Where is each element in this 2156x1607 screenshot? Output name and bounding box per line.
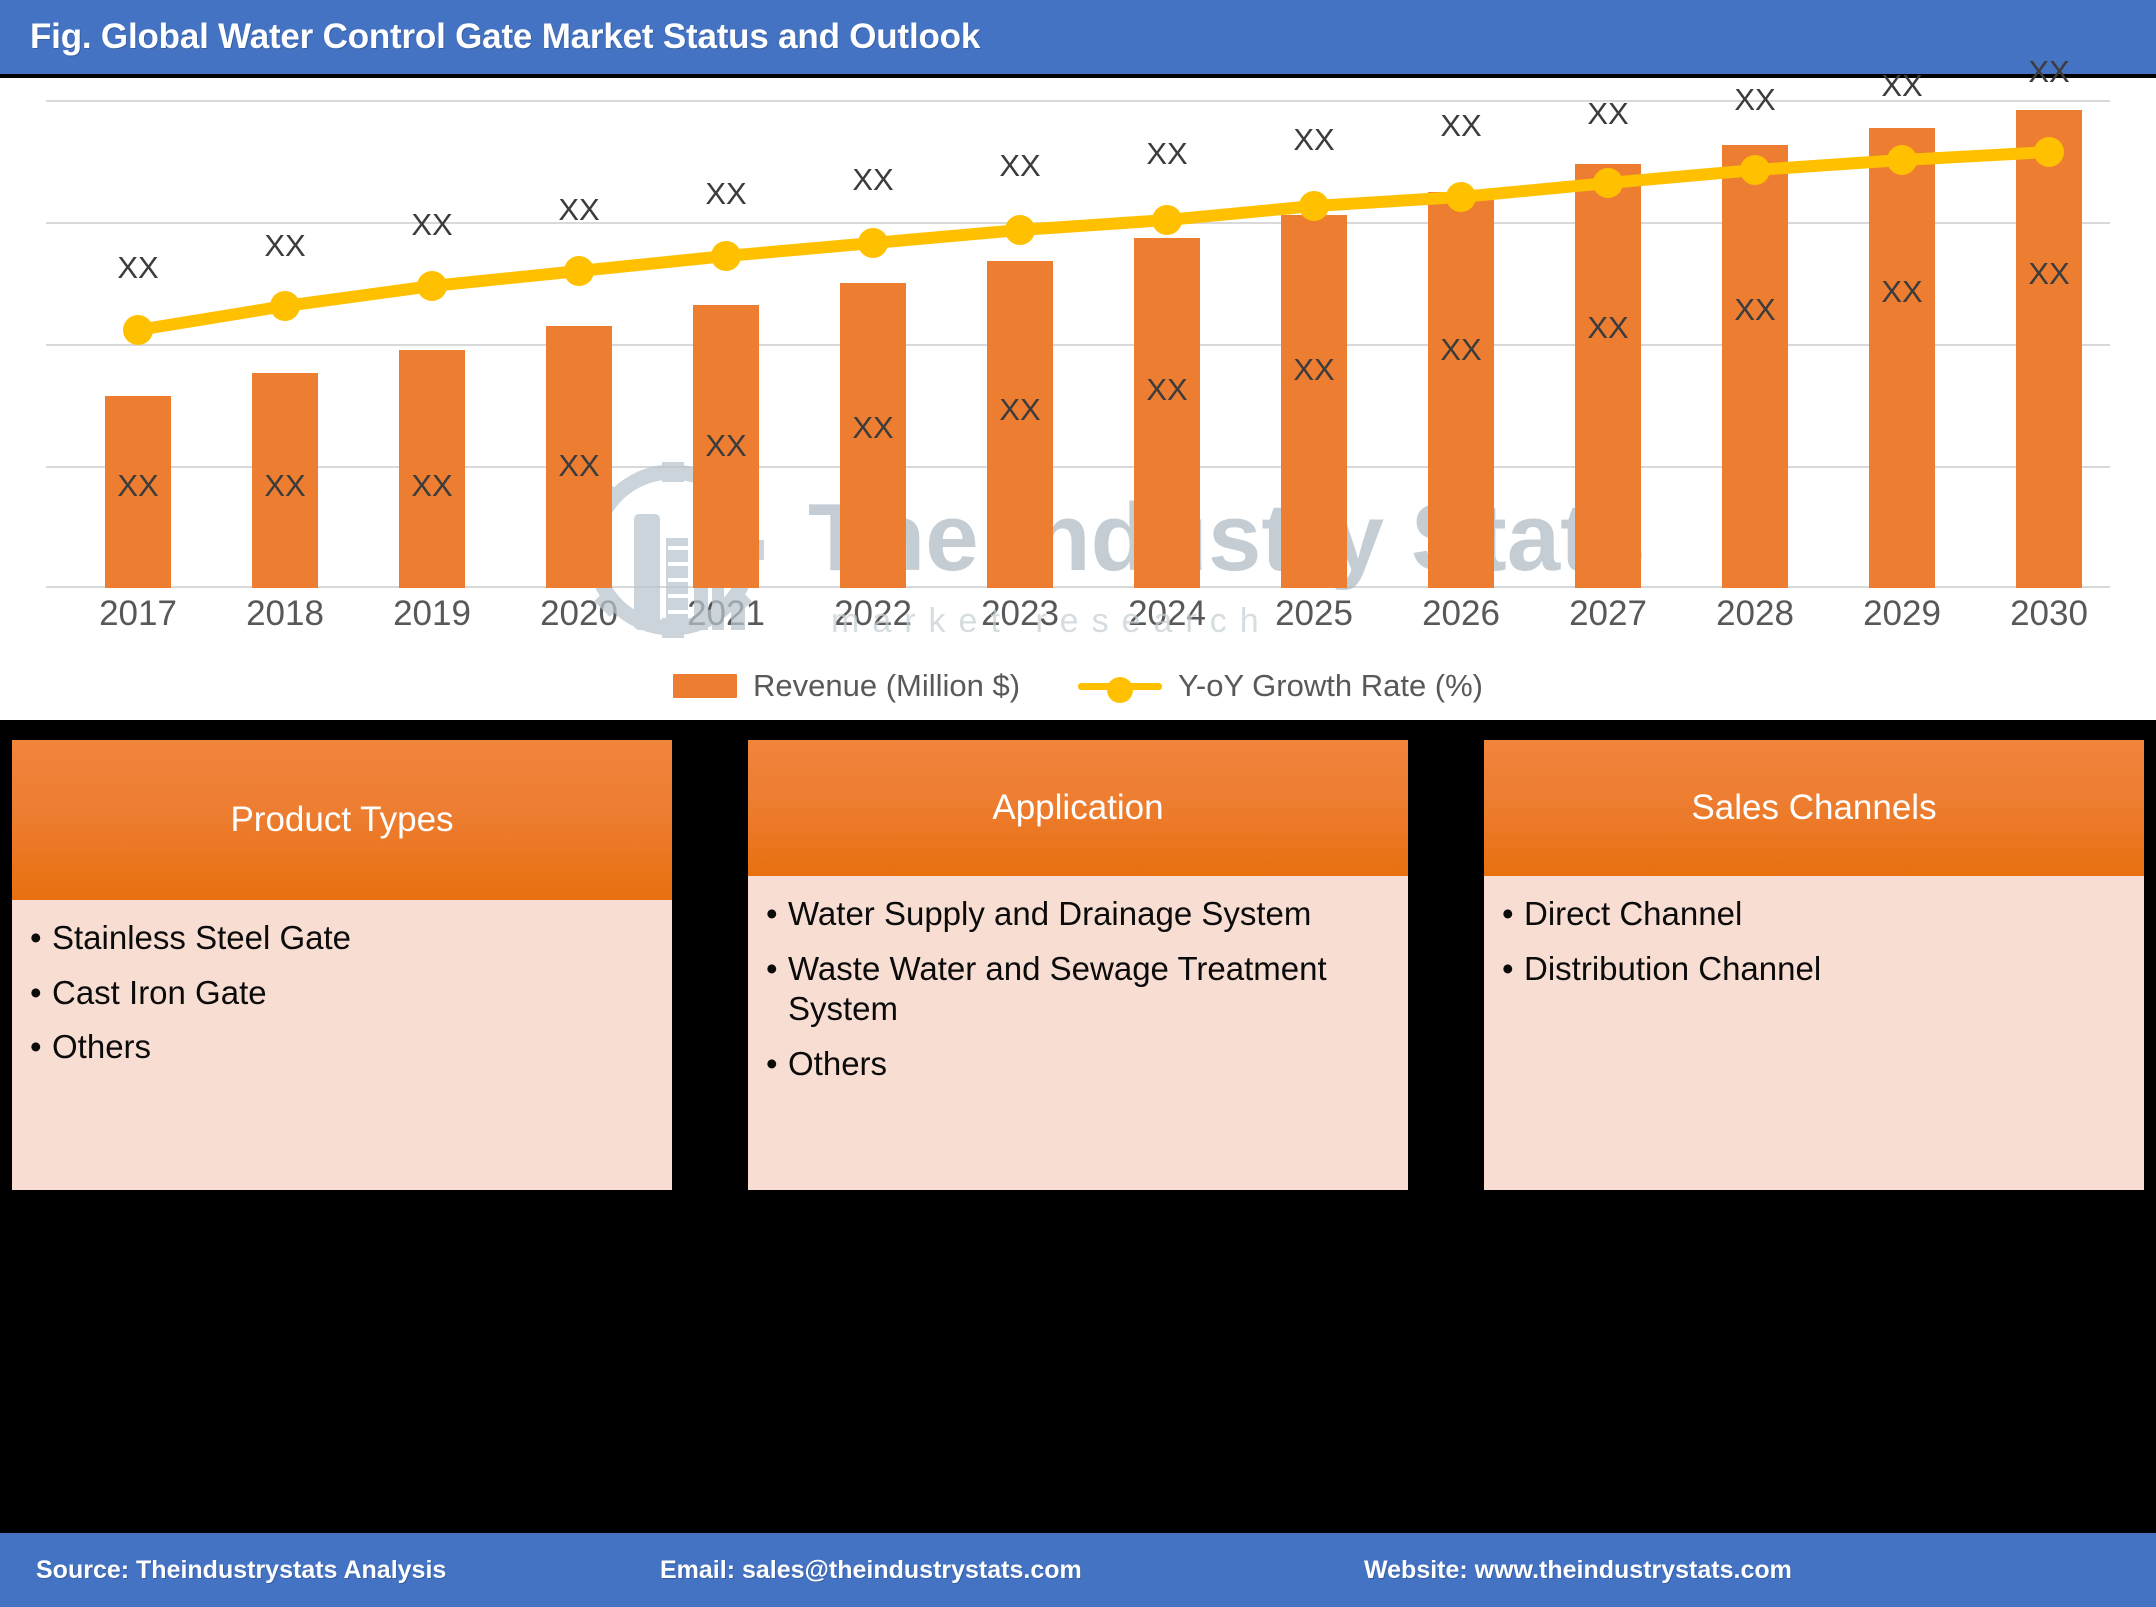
- legend-item-growth-rate[interactable]: Y-oY Growth Rate (%): [1078, 668, 1483, 704]
- line-marker[interactable]: [417, 271, 447, 301]
- x-tick-2030: 2030: [2010, 594, 2088, 633]
- x-tick-2022: 2022: [834, 594, 912, 633]
- line-value-label: XX: [2028, 54, 2070, 89]
- card-header: Application: [748, 740, 1408, 876]
- line-marker[interactable]: [1446, 182, 1476, 212]
- page-title: Fig. Global Water Control Gate Market St…: [30, 17, 981, 56]
- x-tick-2024: 2024: [1128, 594, 1206, 633]
- legend-label: Y-oY Growth Rate (%): [1178, 668, 1484, 703]
- line-marker[interactable]: [123, 315, 153, 345]
- x-tick-2018: 2018: [246, 594, 324, 633]
- line-marker[interactable]: [1005, 215, 1035, 245]
- x-tick-2017: 2017: [99, 594, 177, 633]
- card-title: Sales Channels: [1691, 788, 1937, 827]
- chart-panel: The Industry Stats market research XX XX…: [0, 54, 2156, 720]
- list-item: Water Supply and Drainage System: [762, 894, 1394, 935]
- growth-rate-line-series: [123, 137, 2064, 345]
- line-value-label: XX: [1881, 68, 1923, 103]
- chart-legend: Revenue (Million $) Y-oY Growth Rate (%): [0, 660, 2156, 712]
- legend-line-marker-icon: [1078, 674, 1163, 703]
- x-tick-2028: 2028: [1716, 594, 1794, 633]
- card-header: Product Types: [12, 740, 672, 900]
- infographic-page: Fig. Global Water Control Gate Market St…: [0, 0, 2156, 1607]
- line-marker[interactable]: [1152, 205, 1182, 235]
- x-tick-2023: 2023: [981, 594, 1059, 633]
- footer-email[interactable]: Email: sales@theindustrystats.com: [660, 1556, 1082, 1585]
- card-body: Direct Channel Distribution Channel: [1484, 876, 2144, 1190]
- line-marker[interactable]: [858, 228, 888, 258]
- line-marker[interactable]: [270, 291, 300, 321]
- chart-plot-area: The Industry Stats market research XX XX…: [46, 54, 2110, 640]
- footer-website[interactable]: Website: www.theindustrystats.com: [1364, 1556, 1792, 1585]
- x-tick-2029: 2029: [1863, 594, 1941, 633]
- title-bar: Fig. Global Water Control Gate Market St…: [0, 0, 2156, 76]
- legend-swatch-icon: [672, 674, 737, 698]
- x-tick-2026: 2026: [1422, 594, 1500, 633]
- list-item: Distribution Channel: [1498, 949, 2130, 990]
- line-marker[interactable]: [564, 256, 594, 286]
- card-header: Sales Channels: [1484, 740, 2144, 876]
- footer-bar: Source: Theindustrystats Analysis Email:…: [0, 1533, 2156, 1607]
- legend-item-revenue[interactable]: Revenue (Million $): [672, 668, 1021, 704]
- card-sales-channels: Sales Channels Direct Channel Distributi…: [1484, 740, 2144, 1190]
- x-tick-2019: 2019: [393, 594, 471, 633]
- list-item: Others: [762, 1044, 1394, 1085]
- card-body: Stainless Steel Gate Cast Iron Gate Othe…: [12, 900, 672, 1190]
- x-tick-2025: 2025: [1275, 594, 1353, 633]
- list-item: Waste Water and Sewage Treatment System: [762, 949, 1394, 1030]
- line-marker[interactable]: [711, 241, 741, 271]
- x-axis: 2017 2018 2019 2020 2021 2022 2023 2024 …: [46, 594, 2110, 640]
- legend-label: Revenue (Million $): [752, 668, 1021, 703]
- line-marker[interactable]: [2034, 137, 2064, 167]
- list-item: Others: [26, 1027, 658, 1068]
- card-body: Water Supply and Drainage System Waste W…: [748, 876, 1408, 1190]
- card-title: Application: [992, 788, 1164, 827]
- segment-cards: Product Types Stainless Steel Gate Cast …: [0, 740, 2156, 1510]
- list-item: Cast Iron Gate: [26, 973, 658, 1014]
- list-item: Stainless Steel Gate: [26, 918, 658, 959]
- line-marker[interactable]: [1887, 145, 1917, 175]
- list-item: Direct Channel: [1498, 894, 2130, 935]
- card-title: Product Types: [230, 800, 454, 839]
- card-product-types: Product Types Stainless Steel Gate Cast …: [12, 740, 672, 1190]
- line-marker[interactable]: [1299, 191, 1329, 221]
- x-tick-2027: 2027: [1569, 594, 1647, 633]
- line-marker[interactable]: [1593, 168, 1623, 198]
- card-application: Application Water Supply and Drainage Sy…: [748, 740, 1408, 1190]
- x-tick-2020: 2020: [540, 594, 618, 633]
- x-tick-2021: 2021: [687, 594, 765, 633]
- footer-source: Source: Theindustrystats Analysis: [36, 1555, 447, 1584]
- line-marker[interactable]: [1740, 155, 1770, 185]
